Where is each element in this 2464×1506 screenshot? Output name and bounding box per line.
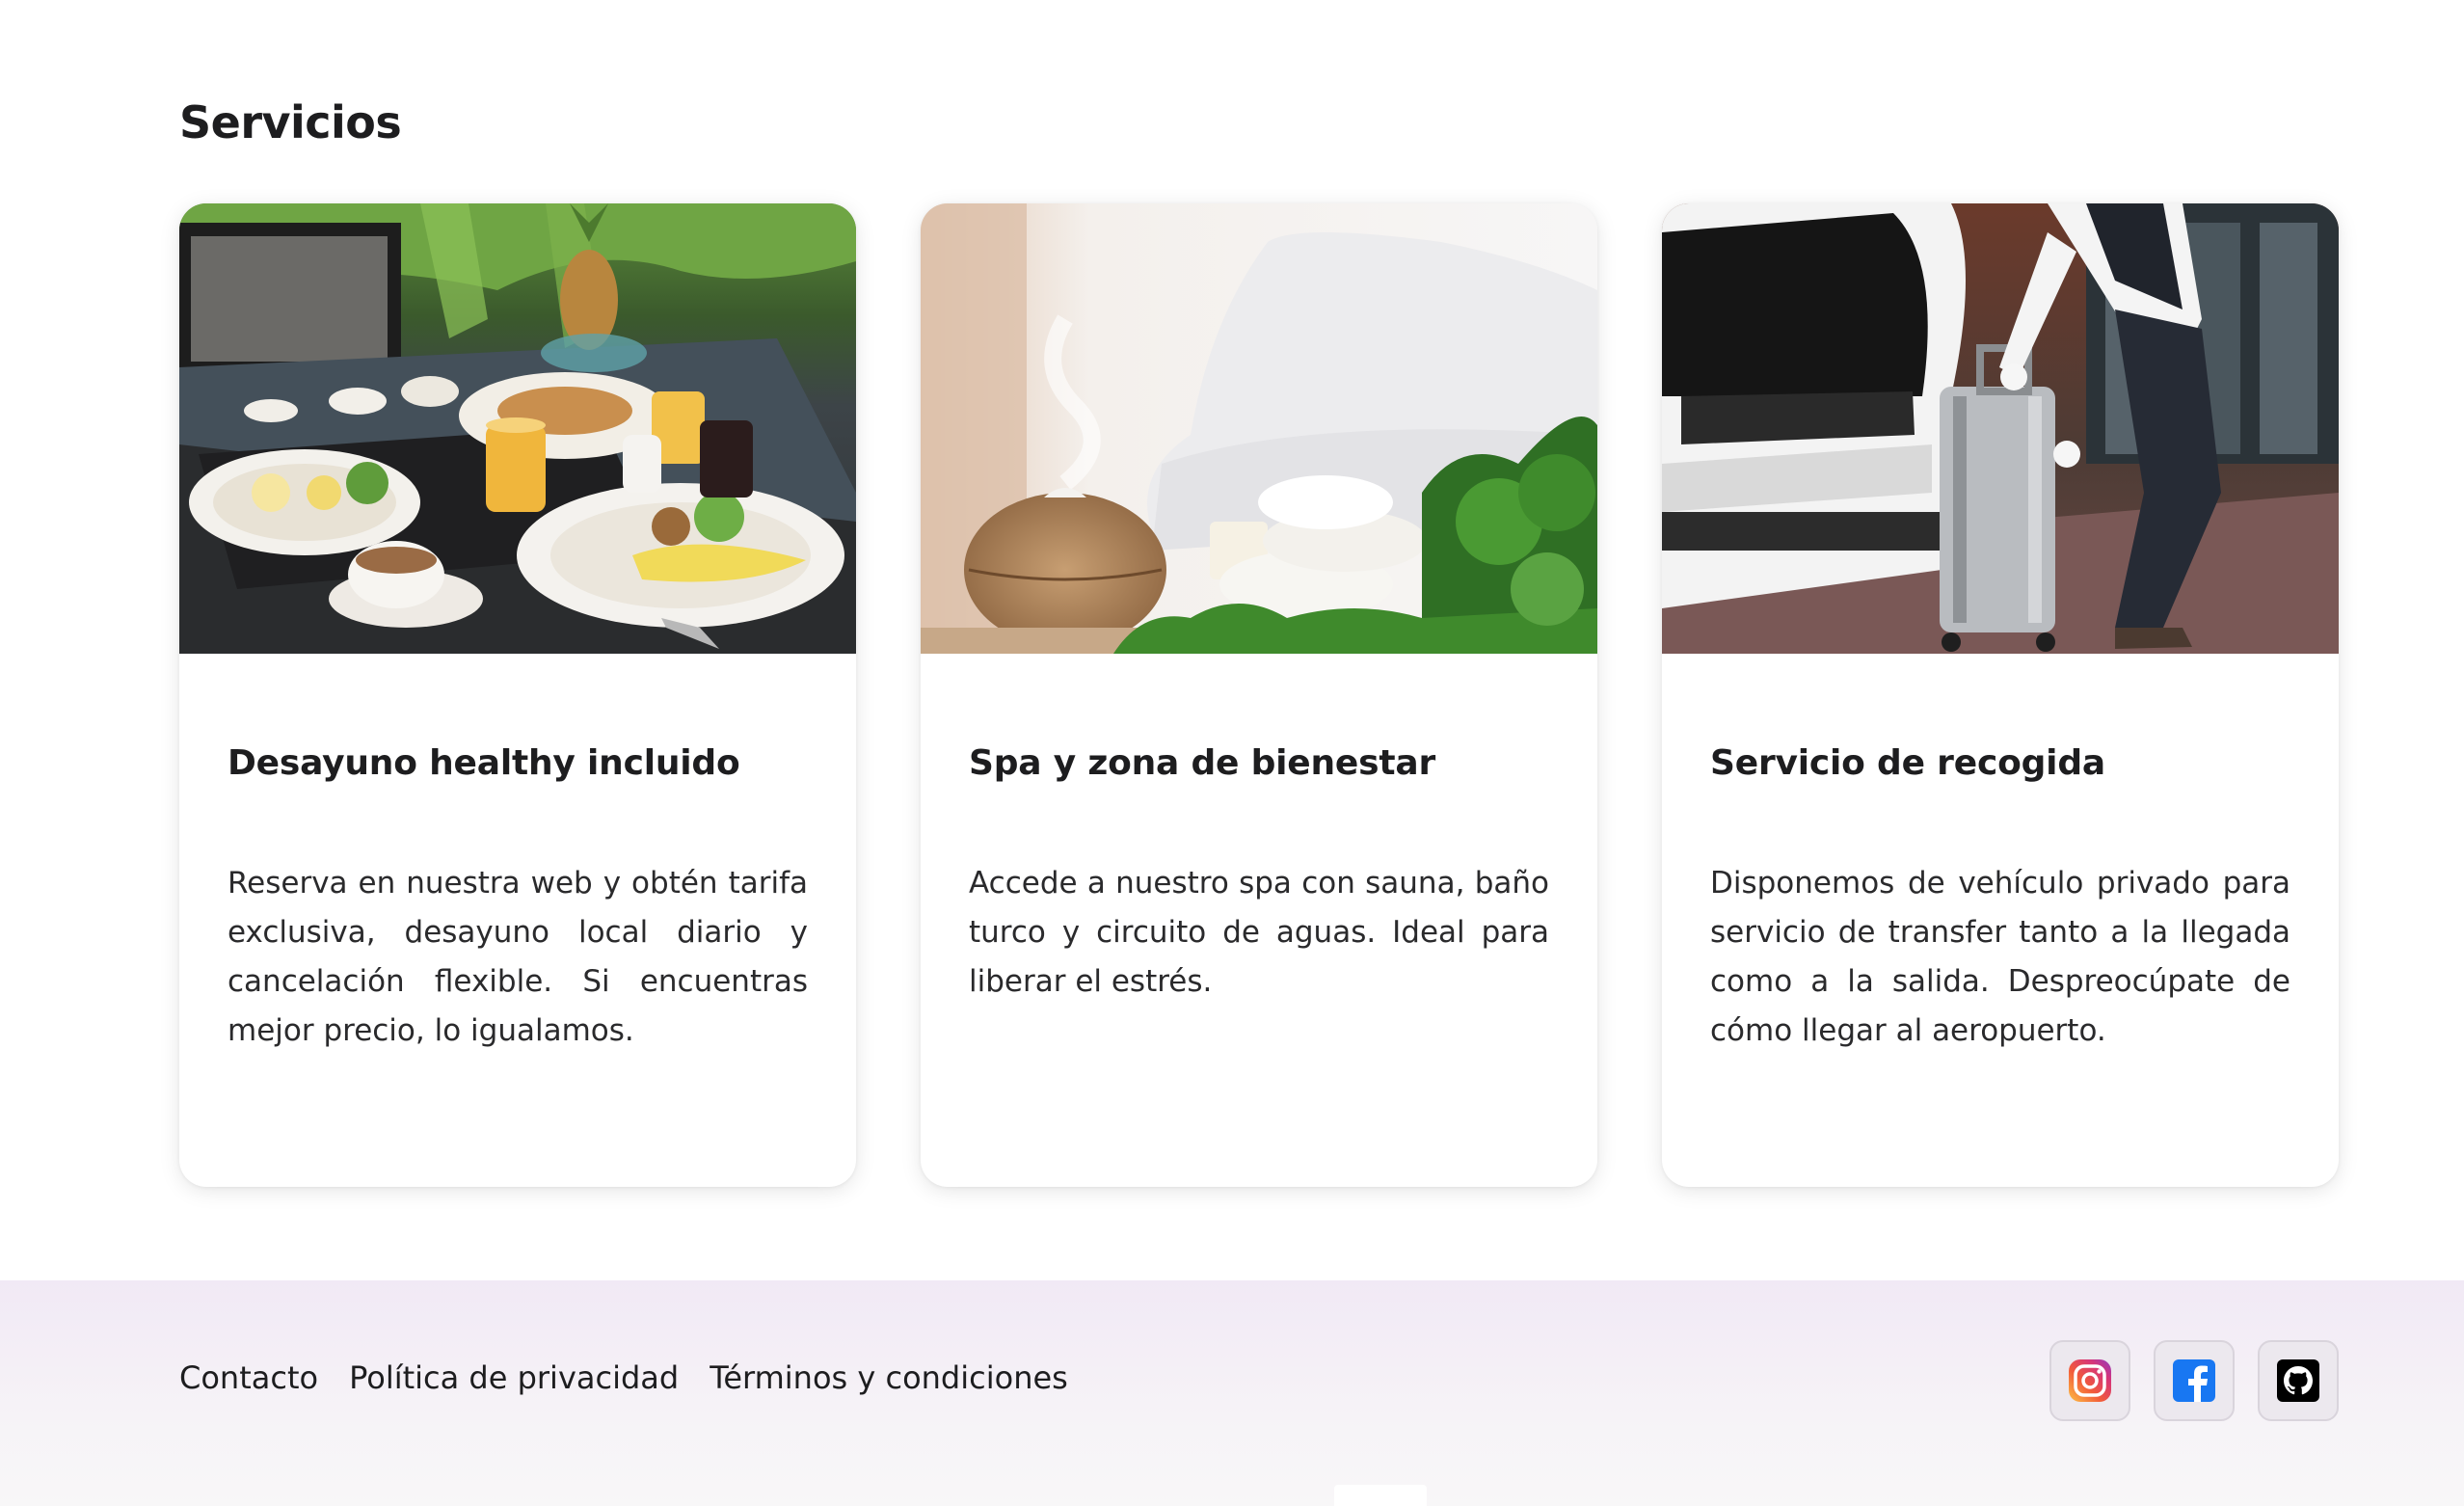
github-icon [2277, 1359, 2319, 1402]
instagram-icon [2069, 1359, 2111, 1402]
spa-photo-icon [921, 203, 1597, 654]
footer-link-privacy[interactable]: Política de privacidad [349, 1359, 679, 1396]
service-card-pickup: Servicio de recogida Disponemos de vehíc… [1662, 203, 2339, 1187]
page: Servicios Desayuno healthy incluido Rese… [0, 0, 2464, 1506]
pickup-photo-icon [1662, 203, 2339, 654]
card-title: Servicio de recogida [1710, 743, 2105, 783]
services-cards: Desayuno healthy incluido Reserva en nue… [179, 203, 2339, 1187]
breakfast-image [179, 203, 856, 654]
footer-links: Contacto Política de privacidad Términos… [179, 1359, 1068, 1396]
service-card-spa: Spa y zona de bienestar Accede a nuestro… [921, 203, 1597, 1187]
facebook-icon [2173, 1359, 2215, 1402]
card-title: Desayuno healthy incluido [228, 743, 740, 783]
footer-link-terms[interactable]: Términos y condiciones [710, 1359, 1068, 1396]
breakfast-photo-icon [179, 203, 856, 654]
card-description: Disponemos de vehículo privado para serv… [1710, 866, 2290, 1048]
card-title: Spa y zona de bienestar [969, 743, 1436, 783]
section-title: Servicios [179, 96, 402, 148]
github-button[interactable] [2258, 1340, 2339, 1421]
pickup-image [1662, 203, 2339, 654]
bottom-tab [1334, 1485, 1427, 1506]
social-links [2049, 1340, 2339, 1421]
card-description: Reserva en nuestra web y obtén tarifa ex… [228, 866, 808, 1048]
footer-link-contact[interactable]: Contacto [179, 1359, 318, 1396]
spa-image [921, 203, 1597, 654]
instagram-button[interactable] [2049, 1340, 2130, 1421]
facebook-button[interactable] [2154, 1340, 2235, 1421]
card-description: Accede a nuestro spa con sauna, baño tur… [969, 866, 1549, 999]
service-card-breakfast: Desayuno healthy incluido Reserva en nue… [179, 203, 856, 1187]
footer: Contacto Política de privacidad Términos… [0, 1280, 2464, 1506]
